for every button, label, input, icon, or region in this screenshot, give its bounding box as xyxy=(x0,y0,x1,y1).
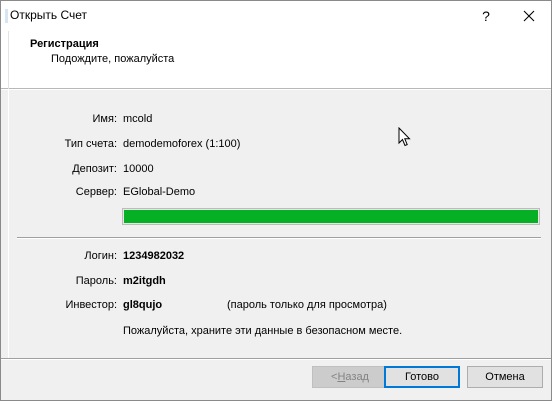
login-value: 1234982032 xyxy=(123,250,185,262)
account-type-label: Тип счета: xyxy=(64,138,117,150)
server-label: Сервер: xyxy=(75,186,117,198)
wizard-body: Имя: mcold Тип счета: demodemoforex (1:1… xyxy=(1,90,551,400)
back-button-accelerator: Н xyxy=(337,371,346,383)
account-type-value: demodemoforex (1:100) xyxy=(123,138,241,150)
section-divider xyxy=(17,237,541,239)
cancel-button[interactable]: Отмена xyxy=(467,366,543,388)
title-bar[interactable]: Открыть Счет ? xyxy=(1,1,551,31)
app-icon xyxy=(5,9,8,23)
login-label: Логин: xyxy=(84,250,117,262)
password-label: Пароль: xyxy=(75,275,117,287)
wizard-header: Регистрация Подождите, пожалуйста xyxy=(1,31,551,89)
server-value: EGlobal-Demo xyxy=(123,186,196,198)
password-value: m2itgdh xyxy=(123,275,166,287)
window-title: Открыть Счет xyxy=(10,8,88,22)
page-title: Регистрация xyxy=(30,38,99,50)
close-button[interactable] xyxy=(507,1,551,31)
progress-fill xyxy=(124,210,538,223)
open-account-dialog: Открыть Счет ? Регистрация Подождите, по… xyxy=(0,0,552,401)
page-subtitle: Подождите, пожалуйста xyxy=(51,53,175,65)
close-icon xyxy=(523,10,535,22)
back-button-label: азад xyxy=(345,371,369,383)
deposit-value: 10000 xyxy=(123,163,154,175)
name-value: mcold xyxy=(123,113,153,125)
footer-divider xyxy=(1,358,551,360)
body-edge xyxy=(8,90,9,358)
investor-value: gl8qujo xyxy=(123,299,163,311)
store-safely-message: Пожалуйста, храните эти данные в безопас… xyxy=(123,325,403,337)
mouse-pointer-icon xyxy=(398,127,411,147)
back-button[interactable]: < Назад xyxy=(312,366,388,388)
name-label: Имя: xyxy=(92,113,117,125)
finish-button[interactable]: Готово xyxy=(384,366,460,388)
deposit-label: Депозит: xyxy=(72,163,117,175)
investor-note: (пароль только для просмотра) xyxy=(227,299,387,311)
help-button[interactable]: ? xyxy=(465,1,507,31)
registration-progress-bar xyxy=(122,208,540,225)
investor-label: Инвестор: xyxy=(65,299,117,311)
header-edge xyxy=(8,31,9,89)
